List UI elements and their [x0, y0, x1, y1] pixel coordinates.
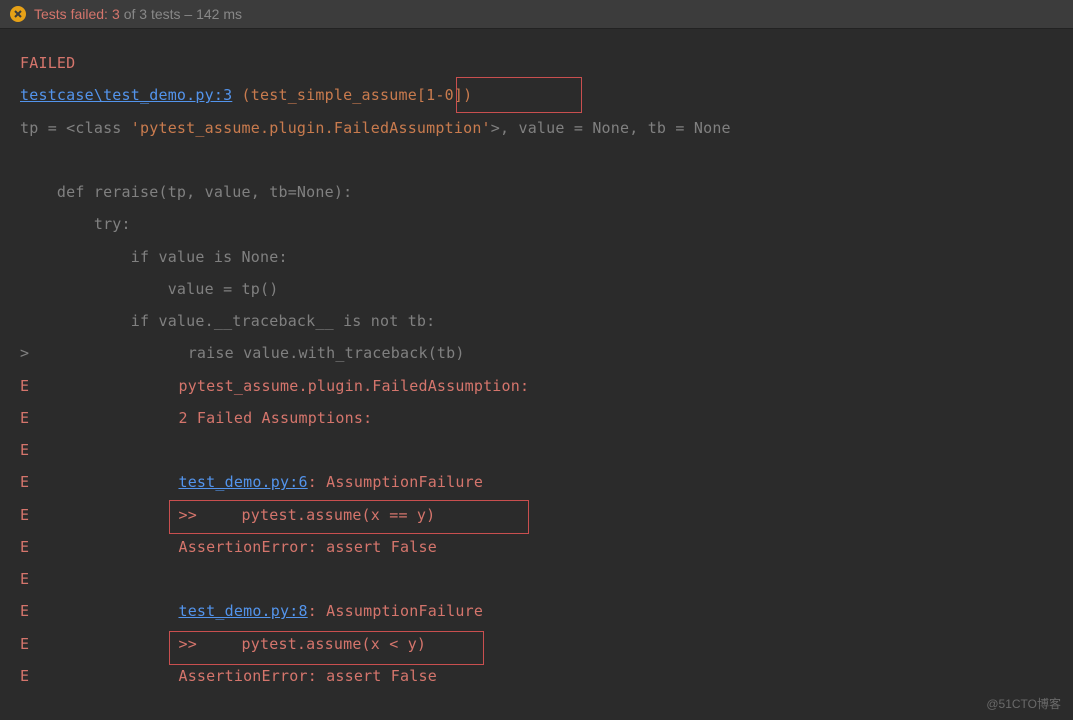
file-link[interactable]: test_demo.py:8 — [178, 602, 307, 620]
tests-summary-rest: of 3 tests – 142 ms — [124, 6, 242, 22]
warning-icon — [10, 6, 26, 22]
code-line: try: — [20, 208, 1053, 240]
code-line: if value.__traceback__ is not tb: — [20, 305, 1053, 337]
error-line: E — [20, 434, 1053, 466]
assume-code-line: E >> pytest.assume(x == y) — [20, 499, 1053, 531]
assertion-error-line: E AssertionError: assert False — [20, 660, 1053, 692]
code-line: value = tp() — [20, 273, 1053, 305]
code-line: if value is None: — [20, 241, 1053, 273]
assumption-line: E test_demo.py:6: AssumptionFailure — [20, 466, 1053, 498]
tp-line: tp = <class 'pytest_assume.plugin.Failed… — [20, 112, 1053, 144]
assumption-line: E test_demo.py:8: AssumptionFailure — [20, 595, 1053, 627]
raise-line: > raise value.with_traceback(tb) — [20, 337, 1053, 369]
test-result-header: Tests failed: 3 of 3 tests – 142 ms — [0, 0, 1073, 29]
watermark: @51CTO博客 — [986, 695, 1061, 712]
failed-label: FAILED — [20, 47, 1053, 79]
file-link[interactable]: test_demo.py:6 — [178, 473, 307, 491]
tests-failed-count: 3 — [112, 6, 120, 22]
error-line: E — [20, 563, 1053, 595]
assertion-error-line: E AssertionError: assert False — [20, 531, 1053, 563]
error-line: E 2 Failed Assumptions: — [20, 402, 1053, 434]
trace-output: FAILED testcase\test_demo.py:3 (test_sim… — [0, 29, 1073, 710]
error-line: E pytest_assume.plugin.FailedAssumption: — [20, 370, 1053, 402]
assume-code-line: E >> pytest.assume(x < y) — [20, 628, 1053, 660]
code-line: def reraise(tp, value, tb=None): — [20, 176, 1053, 208]
file-link[interactable]: testcase\test_demo.py:3 — [20, 86, 232, 104]
test-location-line: testcase\test_demo.py:3 (test_simple_ass… — [20, 79, 1053, 111]
tests-failed-label: Tests failed: — [34, 6, 108, 22]
